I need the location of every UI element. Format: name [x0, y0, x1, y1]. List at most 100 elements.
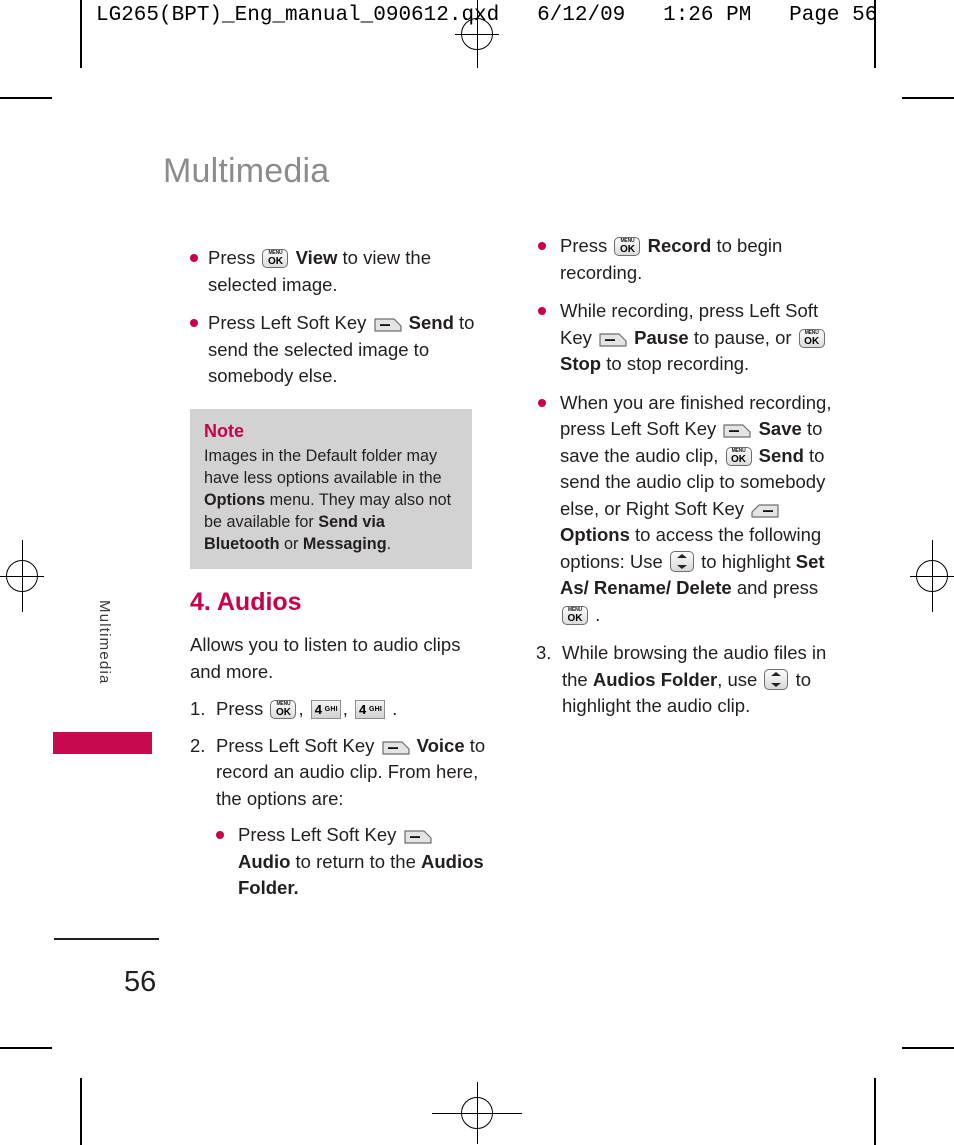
section-intro: Allows you to listen to audio clips and … — [190, 634, 461, 682]
crop-mark-top-right-h — [902, 97, 954, 99]
menu-ok-bottom-label: OK — [731, 453, 747, 465]
menu-ok-bottom-label: OK — [267, 256, 283, 267]
menu-ok-key-icon: MENU OK — [725, 446, 752, 466]
emphasis-text: Messaging — [302, 535, 387, 553]
page-title: Multimedia — [163, 152, 330, 190]
emphasis-text: Stop — [560, 353, 602, 374]
step-number: 3. — [536, 642, 552, 663]
emphasis-text: View — [290, 247, 338, 268]
left-soft-key-icon — [373, 318, 402, 333]
emphasis-text: Record — [642, 235, 712, 256]
text-run: to highlight — [695, 550, 796, 572]
crop-mark-bottom-left-h — [0, 1047, 52, 1049]
section-body: Allows you to listen to audio clips and … — [190, 632, 490, 914]
registration-mark-left — [0, 540, 44, 612]
left-soft-key-icon — [599, 332, 627, 348]
bullet-dot-icon — [190, 254, 198, 262]
left-soft-key-icon — [403, 830, 432, 845]
menu-ok-bottom-label: OK — [619, 244, 635, 255]
nav-up-arrow-icon — [676, 553, 687, 558]
emphasis-text: Audios Folder — [592, 668, 718, 690]
side-tab-label: Multimedia — [96, 600, 113, 685]
nav-down-arrow-icon — [771, 682, 782, 687]
bullet-dot-icon — [538, 307, 546, 315]
nav-down-arrow-icon — [676, 564, 687, 569]
left-soft-key-icon — [381, 740, 410, 756]
bullet-record: Press MENU OK Record to begin recording. — [536, 233, 836, 286]
keypad-4-ghi-icon: 4 GHI — [355, 700, 385, 719]
menu-ok-key-icon: MENU OK — [562, 605, 588, 625]
menu-ok-key-icon: MENU OK — [262, 249, 289, 268]
step-number: 1. — [190, 698, 206, 719]
bullet-dot-icon — [216, 831, 224, 839]
right-column: Press MENU OK Record to begin recording. W… — [536, 233, 836, 730]
emphasis-text: Options — [560, 524, 630, 545]
text-run: to pause, or — [688, 326, 797, 348]
emphasis-text: Send — [753, 444, 804, 466]
text-run: Press Left Soft Key — [216, 734, 380, 756]
bullet-pause-stop: While recording, press Left Soft Key Pau… — [536, 298, 836, 378]
navigation-up-down-key-icon — [669, 550, 694, 572]
text-run: . — [590, 603, 601, 625]
step-2: 2. Press Left Soft Key Voice to record an… — [190, 733, 490, 813]
menu-ok-bottom-label: OK — [567, 612, 583, 624]
text-run: . — [387, 698, 398, 719]
crop-mark-bottom-left-v — [80, 1078, 82, 1145]
keypad-digit-label: 4 — [314, 702, 322, 717]
section-heading: 4. Audios — [190, 588, 302, 616]
section-step-list: 1. Press MENU OK, 4 GHI, 4 GHI . 2. Press Left… — [190, 696, 490, 812]
text-run: to return to the — [290, 850, 422, 872]
emphasis-text: Pause — [629, 326, 689, 348]
text-run: Images in the Default folder may have le… — [204, 447, 442, 487]
page-number: 56 — [124, 966, 157, 998]
text-run: . — [386, 535, 392, 553]
bullet-dot-icon — [538, 242, 546, 250]
menu-ok-bottom-label: OK — [804, 335, 820, 347]
nav-up-arrow-icon — [771, 671, 782, 676]
step-number: 2. — [190, 734, 206, 756]
step-3: 3. While browsing the audio files in the … — [536, 640, 836, 720]
page-number-rule — [54, 938, 159, 940]
section-sub-bullet-list: Press Left Soft Key Audio to return to t… — [190, 822, 490, 902]
text-run: Press Left Soft Key — [208, 312, 372, 333]
page-frame-left-rule — [80, 0, 81, 68]
left-column: Press MENU OK View to view the selected i… — [190, 245, 480, 402]
crop-mark-bottom-right-h — [902, 1047, 954, 1049]
file-slug-line: LG265(BPT)_Eng_manual_090612.qxd 6/12/09… — [96, 4, 878, 27]
note-box: Note Images in the Default folder may ha… — [190, 409, 472, 569]
bullet-view: Press MENU OK View to view the selected i… — [190, 245, 480, 298]
crop-mark-top-left-h — [0, 97, 52, 99]
menu-ok-key-icon: MENU OK — [798, 328, 825, 348]
emphasis-text: Audio — [238, 850, 291, 872]
text-run: Press — [208, 247, 261, 268]
emphasis-text: Save — [753, 418, 802, 439]
text-run: Press Left Soft Key — [238, 824, 402, 845]
right-step-list: 3. While browsing the audio files in the … — [536, 640, 836, 720]
text-run: Press — [560, 235, 613, 256]
text-run: or — [279, 535, 303, 553]
keypad-4-ghi-icon: 4 GHI — [310, 700, 341, 719]
text-run: and press — [731, 577, 819, 598]
registration-mark-right — [910, 540, 954, 612]
keypad-letters-label: GHI — [324, 706, 338, 713]
menu-ok-key-icon: MENU OK — [614, 237, 641, 256]
right-soft-key-icon — [751, 503, 779, 519]
note-body: Images in the Default folder may have le… — [204, 445, 458, 555]
text-run: to stop recording. — [601, 353, 750, 374]
navigation-up-down-key-icon — [764, 668, 789, 690]
right-bullet-list: Press MENU OK Record to begin recording. W… — [536, 233, 836, 628]
emphasis-text: Send — [403, 312, 454, 333]
emphasis-text: Voice — [411, 734, 465, 756]
text-run: Press — [216, 698, 269, 719]
left-soft-key-icon — [723, 424, 752, 439]
keypad-letters-label: GHI — [368, 706, 382, 713]
bullet-save-send-options: When you are finished recording, press L… — [536, 390, 836, 629]
left-bullet-list: Press MENU OK View to view the selected i… — [190, 245, 480, 390]
side-tab-marker — [53, 732, 152, 754]
menu-ok-key-icon: MENU OK — [270, 700, 297, 719]
emphasis-text: Options — [204, 491, 266, 509]
bullet-dot-icon — [538, 398, 546, 407]
text-run: , use — [717, 668, 763, 690]
keypad-digit-label: 4 — [359, 702, 367, 717]
bullet-audio: Press Left Soft Key Audio to return to t… — [214, 822, 490, 902]
